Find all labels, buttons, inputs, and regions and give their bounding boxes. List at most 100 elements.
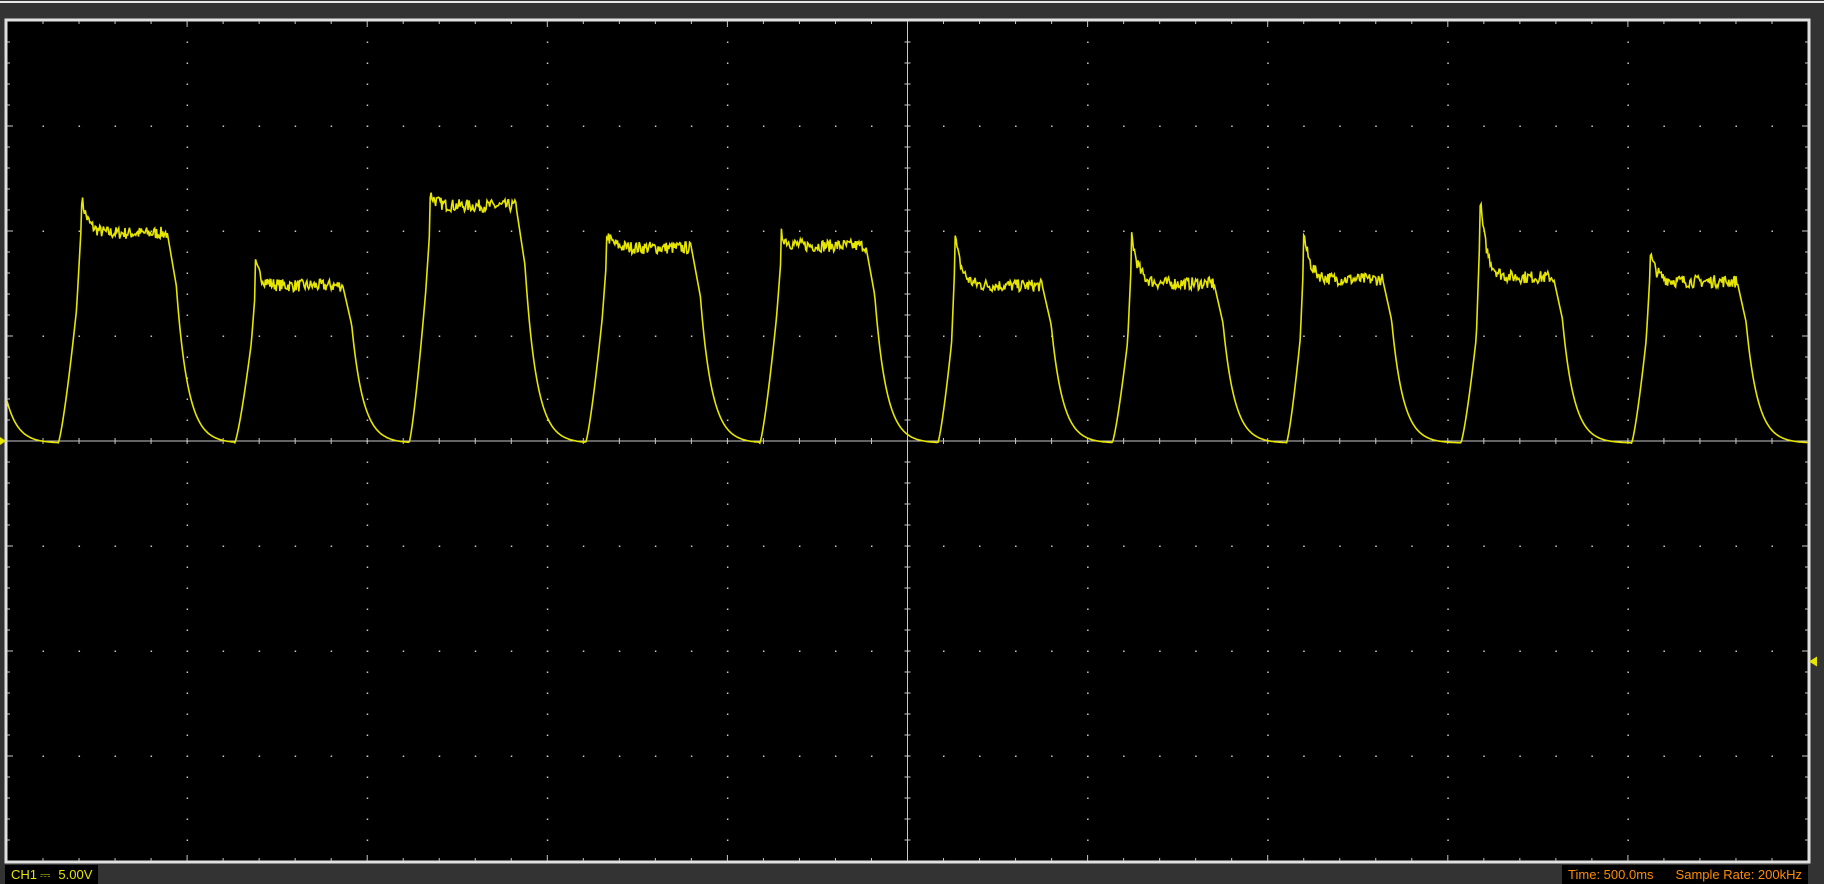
- grid-dot: [726, 587, 729, 589]
- grid-dot: [546, 272, 549, 274]
- grid-dot: [979, 755, 981, 757]
- grid-dot: [1519, 125, 1521, 127]
- grid-dot: [114, 335, 117, 337]
- grid-dot: [1483, 650, 1485, 652]
- grid-dot: [1447, 335, 1449, 337]
- grid-dot: [330, 335, 333, 337]
- grid-dot: [258, 335, 261, 337]
- grid-dot: [42, 230, 45, 232]
- grid-dot: [1267, 83, 1269, 85]
- grid-dot: [726, 230, 729, 232]
- grid-dot: [618, 650, 621, 652]
- grid-dot: [438, 230, 441, 232]
- grid-dot: [294, 125, 297, 127]
- grid-dot: [366, 566, 369, 568]
- grid-dot: [546, 83, 549, 85]
- grid-dot: [366, 146, 369, 148]
- grid-dot: [1267, 566, 1269, 568]
- grid-dot: [1411, 650, 1413, 652]
- grid-dot: [1087, 608, 1089, 610]
- grid-dot: [1447, 461, 1449, 463]
- grid-dot: [1447, 41, 1449, 43]
- grid-dot: [294, 650, 297, 652]
- grid-dot: [726, 776, 729, 778]
- grid-dot: [1303, 335, 1305, 337]
- grid-dot: [1087, 41, 1089, 43]
- grid-dot: [186, 692, 189, 694]
- grid-dot: [726, 41, 729, 43]
- grid-dot: [1735, 230, 1737, 232]
- grid-dot: [402, 230, 405, 232]
- grid-dot: [366, 272, 369, 274]
- grid-dot: [438, 335, 441, 337]
- grid-dot: [1267, 314, 1269, 316]
- grid-dot: [366, 356, 369, 358]
- grid-dot: [366, 629, 369, 631]
- grid-dot: [1195, 755, 1197, 757]
- grid-dot: [1627, 419, 1629, 421]
- grid-dot: [726, 272, 729, 274]
- dc-coupling-icon: ⎓: [40, 867, 51, 882]
- grid-dot: [1195, 125, 1197, 127]
- grid-dot: [1627, 335, 1629, 337]
- grid-dot: [1447, 209, 1449, 211]
- grid-dot: [1627, 146, 1629, 148]
- grid-dot: [546, 503, 549, 505]
- grid-dot: [1267, 482, 1269, 484]
- grid-dot: [1195, 335, 1197, 337]
- grid-dot: [762, 125, 765, 127]
- grid-dot: [546, 650, 549, 652]
- oscilloscope-screen[interactable]: [0, 0, 1824, 884]
- grid-dot: [186, 293, 189, 295]
- grid-dot: [186, 41, 189, 43]
- grid-dot: [366, 251, 369, 253]
- grid-dot: [762, 545, 765, 547]
- grid-dot: [1447, 587, 1449, 589]
- grid-dot: [1159, 335, 1161, 337]
- grid-dot: [582, 650, 585, 652]
- grid-dot: [1375, 755, 1377, 757]
- grid-dot: [690, 650, 693, 652]
- grid-dot: [1663, 335, 1665, 337]
- grid-dot: [186, 503, 189, 505]
- grid-dot: [1087, 314, 1089, 316]
- grid-dot: [1303, 755, 1305, 757]
- grid-dot: [1087, 356, 1089, 358]
- grid-dot: [1051, 755, 1053, 757]
- grid-dot: [1267, 818, 1269, 820]
- grid-dot: [366, 776, 369, 778]
- grid-dot: [1483, 335, 1485, 337]
- grid-dot: [1627, 545, 1629, 547]
- grid-dot: [1015, 545, 1017, 547]
- channel-info[interactable]: CH1 ⎓ 5.00V: [5, 865, 99, 884]
- grid-dot: [1375, 650, 1377, 652]
- grid-dot: [1447, 230, 1449, 232]
- grid-dot: [1231, 650, 1233, 652]
- grid-dot: [1087, 503, 1089, 505]
- grid-dot: [186, 209, 189, 211]
- grid-dot: [186, 776, 189, 778]
- grid-dot: [1051, 230, 1053, 232]
- grid-dot: [1447, 608, 1449, 610]
- grid-dot: [1627, 104, 1629, 106]
- time-per-div: Time: 500.0ms: [1568, 867, 1654, 882]
- grid-dot: [546, 692, 549, 694]
- grid-dot: [1735, 335, 1737, 337]
- grid-dot: [1159, 650, 1161, 652]
- grid-dot: [1699, 230, 1701, 232]
- grid-dot: [654, 650, 657, 652]
- grid-dot: [1087, 461, 1089, 463]
- grid-dot: [366, 524, 369, 526]
- grid-dot: [1447, 671, 1449, 673]
- grid-dot: [1555, 755, 1557, 757]
- grid-dot: [1267, 62, 1269, 64]
- grid-dot: [618, 755, 621, 757]
- grid-dot: [1699, 125, 1701, 127]
- grid-dot: [1519, 650, 1521, 652]
- grid-dot: [150, 650, 153, 652]
- grid-dot: [546, 335, 549, 337]
- grid-dot: [1015, 650, 1017, 652]
- grid-dot: [726, 608, 729, 610]
- grid-dot: [258, 650, 261, 652]
- grid-dot: [294, 230, 297, 232]
